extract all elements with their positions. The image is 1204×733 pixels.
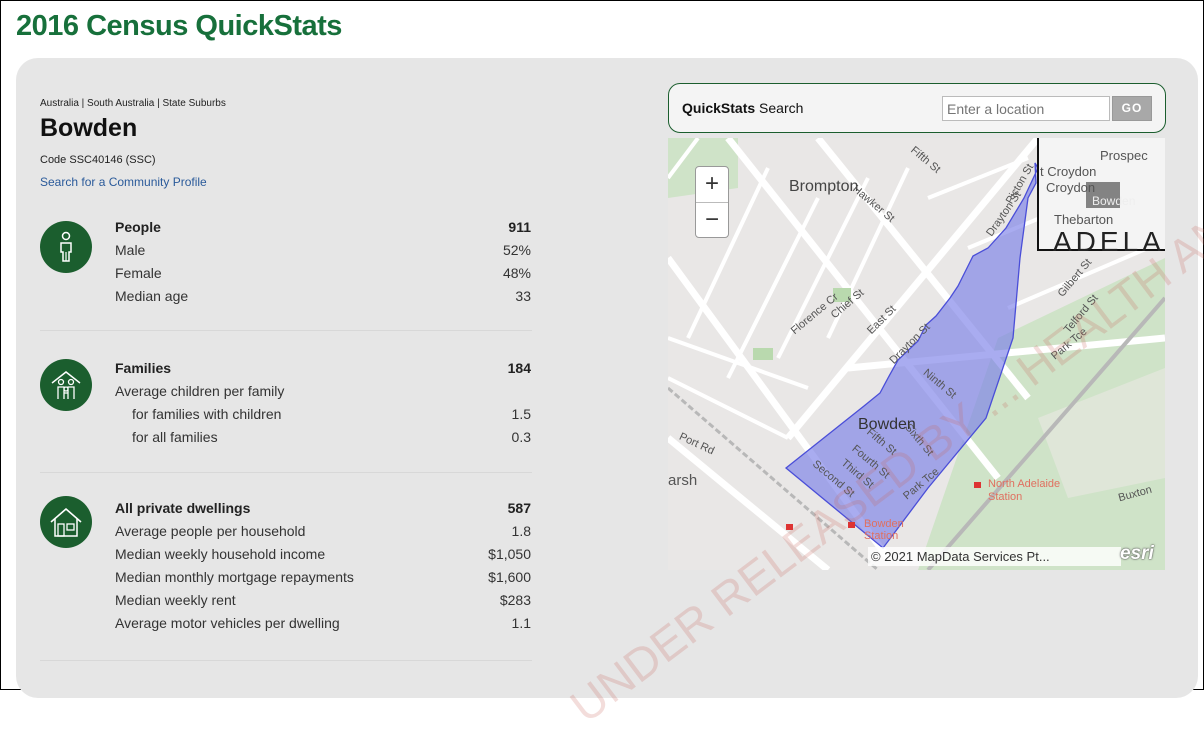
female-label: Female: [115, 265, 162, 281]
esri-logo: esri: [1120, 543, 1154, 564]
dwellings-label: All private dwellings: [115, 500, 251, 516]
families-with-children-label: for families with children: [132, 406, 282, 422]
quickstats-search-title-bold: QuickStats: [682, 100, 756, 116]
female-value: 48%: [502, 265, 531, 281]
avg-children-row: Average children per family: [115, 383, 535, 405]
zoom-in-button[interactable]: +: [696, 167, 728, 203]
female-row: Female 48%: [115, 265, 535, 287]
families-with-children-row: for families with children 1.5: [115, 406, 535, 428]
families-row: Families 184: [115, 360, 535, 382]
mortgage-value: $1,600: [488, 569, 531, 585]
dwellings-row: All private dwellings 587: [115, 500, 535, 522]
map-attribution[interactable]: © 2021 MapData Services Pt...: [868, 547, 1121, 566]
median-age-value: 33: [515, 288, 531, 304]
map-label-north-adelaide: North Adelaide: [988, 478, 1061, 490]
map-label-bowden-station2: Station: [864, 530, 899, 542]
zoom-out-button[interactable]: −: [696, 203, 728, 238]
house-icon: [40, 496, 92, 548]
male-value: 52%: [502, 242, 531, 258]
map-label-prospect: Prospec: [1100, 148, 1148, 163]
rent-row: Median weekly rent $283: [115, 592, 535, 614]
vehicles-row: Average motor vehicles per dwelling 1.1: [115, 615, 535, 637]
map-label-north-adelaide-station: Station: [988, 491, 1023, 503]
income-label: Median weekly household income: [115, 546, 326, 562]
section-divider: [40, 472, 532, 473]
avg-people-label: Average people per household: [115, 523, 306, 539]
vehicles-label: Average motor vehicles per dwelling: [115, 615, 340, 631]
avg-people-row: Average people per household 1.8: [115, 523, 535, 545]
family-icon: [40, 359, 92, 411]
all-families-label: for all families: [132, 429, 218, 445]
income-value: $1,050: [488, 546, 531, 562]
families-value: 184: [507, 360, 531, 376]
person-icon: [40, 221, 92, 273]
map-zoom-control: + −: [695, 166, 729, 238]
quickstats-search-title-rest: Search: [755, 100, 804, 116]
people-row: People 911: [115, 219, 535, 241]
quickstats-search-title: QuickStats Search: [682, 100, 803, 116]
dwellings-value: 587: [507, 500, 531, 516]
community-profile-link[interactable]: Search for a Community Profile: [40, 175, 207, 189]
people-label: People: [115, 219, 161, 235]
people-value: 911: [508, 219, 531, 235]
map-canvas: [668, 138, 1165, 570]
breadcrumb: Australia | South Australia | State Subu…: [40, 98, 226, 109]
vehicles-value: 1.1: [511, 615, 531, 631]
map-label-arsh: arsh: [668, 472, 698, 489]
map-label-croydon: t Croydon: [1040, 164, 1097, 179]
income-row: Median weekly household income $1,050: [115, 546, 535, 568]
page-title: 2016 Census QuickStats: [16, 10, 342, 42]
families-with-children-value: 1.5: [511, 406, 531, 422]
mortgage-row: Median monthly mortgage repayments $1,600: [115, 569, 535, 591]
map-label-bowden-inset: Bowden: [1092, 194, 1136, 208]
rent-label: Median weekly rent: [115, 592, 236, 608]
all-families-row: for all families 0.3: [115, 429, 535, 451]
families-label: Families: [115, 360, 172, 376]
section-divider: [40, 330, 532, 331]
go-button[interactable]: GO: [1112, 96, 1152, 121]
all-families-value: 0.3: [511, 429, 531, 445]
section-divider: [40, 660, 532, 661]
male-row: Male 52%: [115, 242, 535, 264]
mortgage-label: Median monthly mortgage repayments: [115, 569, 354, 585]
location-search-input[interactable]: [942, 96, 1110, 121]
male-label: Male: [115, 242, 146, 258]
suburb-name: Bowden: [40, 114, 138, 142]
avg-people-value: 1.8: [511, 523, 531, 539]
map-label-thebarton: Thebarton: [1054, 212, 1114, 227]
map-label-adela: ADELA: [1053, 226, 1165, 257]
map-label-brompton: Brompton: [789, 178, 859, 195]
map-label-bowden-station: Bowden: [864, 518, 904, 530]
median-age-label: Median age: [115, 288, 189, 304]
median-age-row: Median age 33: [115, 288, 535, 310]
map-label-croydon2: Croydon: [1046, 180, 1096, 195]
map-view[interactable]: Brompton Bowden t Croydon Croydon Prospe…: [668, 138, 1165, 570]
avg-children-label: Average children per family: [115, 383, 285, 399]
rent-value: $283: [499, 592, 531, 608]
suburb-code: Code SSC40146 (SSC): [40, 154, 156, 166]
